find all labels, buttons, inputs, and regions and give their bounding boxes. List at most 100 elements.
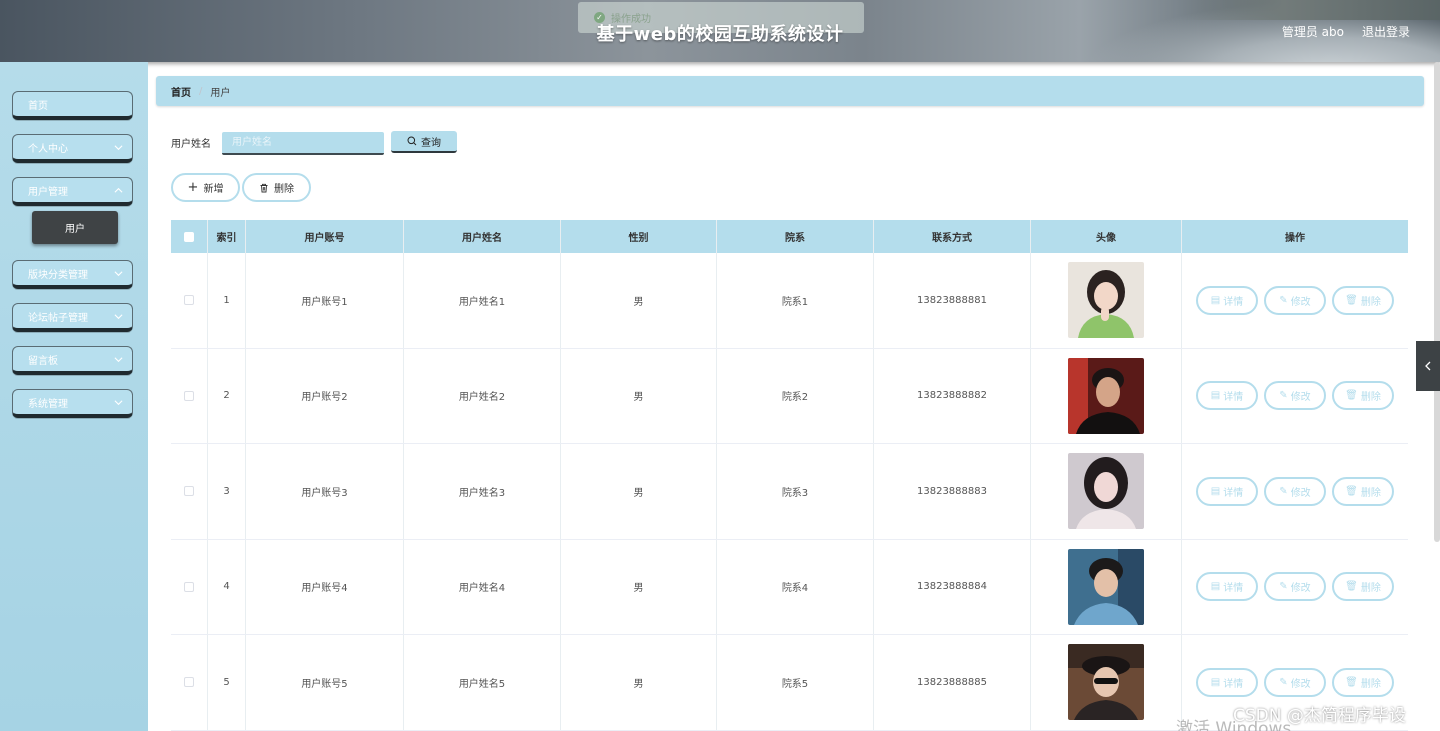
header-contact: 联系方式 [874,220,1031,253]
header-name: 用户姓名 [404,220,561,253]
cell-department: 院系4 [717,539,874,634]
sidebar-item-user-management[interactable]: 用户管理 [12,177,133,206]
delete-button[interactable]: 🗑 删除 [1332,572,1394,602]
detail-button[interactable]: ▤ 详情 [1196,572,1258,602]
batch-delete-button[interactable]: 删除 [242,173,311,202]
document-icon: ▤ [1210,390,1221,402]
row-checkbox[interactable] [184,295,194,306]
cell-department: 院系2 [717,348,874,443]
detail-button[interactable]: ▤ 详情 [1196,285,1258,315]
cell-contact: 13823888882 [874,348,1031,443]
table-row: 3 用户账号3 用户姓名3 男 院系3 13823888883 ▤ 详情 ✎ 修改 … [171,444,1408,540]
add-button-label: 新增 [203,184,224,195]
row-checkbox[interactable] [184,677,194,688]
sidebar-item-forum-posts[interactable]: 论坛帖子管理 [12,303,133,332]
cell-name: 用户姓名1 [404,253,561,348]
sidebar-item-label: 用户管理 [28,186,68,198]
document-icon: ▤ [1210,485,1221,497]
user-area: 管理员 abo 退出登录 [1282,23,1410,40]
delete-button[interactable]: 🗑 删除 [1332,667,1394,697]
chevron-down-icon [114,145,123,151]
edit-button[interactable]: ✎ 修改 [1264,285,1326,315]
pencil-icon: ✎ [1279,294,1288,306]
side-panel-toggle[interactable] [1416,341,1440,391]
table-row: 1 用户账号1 用户姓名1 男 院系1 13823888881 ▤ 详情 ✎ 修改 … [171,253,1408,349]
table-header: 索引 用户账号 用户姓名 性别 院系 联系方式 头像 操作 [171,220,1408,253]
header-avatar: 头像 [1031,220,1182,253]
cell-index: 5 [208,635,246,730]
breadcrumb-home[interactable]: 首页 [171,84,191,99]
csdn-watermark: CSDN @杰简程序毕设 [1233,706,1406,726]
cell-name: 用户姓名4 [404,539,561,634]
edit-button[interactable]: ✎ 修改 [1264,572,1326,602]
cell-contact: 13823888884 [874,539,1031,634]
cell-account: 用户账号5 [246,635,404,730]
edit-button[interactable]: ✎ 修改 [1264,381,1326,411]
sidebar-item-label: 留言板 [28,355,58,367]
sidebar-subitem-user[interactable]: 用户 [32,211,118,244]
delete-button[interactable]: 🗑 删除 [1332,381,1394,411]
cell-department: 院系1 [717,253,874,348]
select-all-checkbox[interactable] [184,231,194,242]
delete-button-label: 删除 [274,184,294,195]
admin-user-label[interactable]: 管理员 abo [1282,23,1344,40]
header-gender: 性别 [561,220,717,253]
cell-gender: 男 [561,539,717,634]
app-title: 基于web的校园互助系统设计 [596,24,844,45]
delete-button[interactable]: 🗑 删除 [1332,285,1394,315]
detail-button[interactable]: ▤ 详情 [1196,476,1258,506]
document-icon: ▤ [1210,581,1221,593]
cell-gender: 男 [561,444,717,539]
chevron-up-icon [114,187,123,193]
delete-button[interactable]: 🗑 删除 [1332,476,1394,506]
cell-index: 1 [208,253,246,348]
cell-name: 用户姓名3 [404,444,561,539]
search-button-label: 查询 [421,137,441,149]
row-checkbox[interactable] [184,581,194,592]
search-button[interactable]: 查询 [391,131,457,153]
pencil-icon: ✎ [1279,485,1288,497]
trash-icon: 🗑 [1345,390,1358,402]
header-index: 索引 [208,220,246,253]
avatar-image [1068,453,1144,530]
search-label: 用户姓名 [171,139,211,150]
pencil-icon: ✎ [1279,390,1288,402]
page-scrollbar[interactable] [1434,62,1440,542]
sidebar-item-board-category[interactable]: 版块分类管理 [12,260,133,289]
select-all-cell [171,220,208,253]
sidebar-item-message-board[interactable]: 留言板 [12,346,133,375]
cell-account: 用户账号2 [246,348,404,443]
chevron-down-icon [114,314,123,320]
cell-department: 院系5 [717,635,874,730]
sidebar-item-home[interactable]: 首页 [12,91,133,120]
trash-icon: 🗑 [1345,676,1358,688]
logout-link[interactable]: 退出登录 [1362,23,1410,40]
breadcrumb-current: 用户 [210,87,231,99]
trash-icon: 🗑 [1345,581,1358,593]
search-input[interactable] [222,132,384,155]
sidebar-item-system-management[interactable]: 系统管理 [12,389,133,418]
cell-contact: 13823888885 [874,635,1031,730]
add-button[interactable]: + 新增 [171,173,240,202]
sidebar-item-label: 版块分类管理 [28,269,88,281]
avatar-image [1068,262,1144,339]
avatar-image [1068,548,1144,625]
header-department: 院系 [717,220,874,253]
chevron-down-icon [114,400,123,406]
detail-button[interactable]: ▤ 详情 [1196,381,1258,411]
document-icon: ▤ [1210,676,1221,688]
sidebar-item-label: 个人中心 [28,143,68,155]
sidebar-item-label: 系统管理 [28,398,68,410]
cell-gender: 男 [561,253,717,348]
row-checkbox[interactable] [184,390,194,401]
avatar-image [1068,357,1144,434]
sidebar-item-personal-center[interactable]: 个人中心 [12,134,133,163]
row-checkbox[interactable] [184,486,194,497]
sidebar-item-label: 论坛帖子管理 [28,312,88,324]
trash-icon: 🗑 [1345,294,1358,306]
cell-name: 用户姓名2 [404,348,561,443]
edit-button[interactable]: ✎ 修改 [1264,667,1326,697]
cell-account: 用户账号3 [246,444,404,539]
detail-button[interactable]: ▤ 详情 [1196,667,1258,697]
edit-button[interactable]: ✎ 修改 [1264,476,1326,506]
